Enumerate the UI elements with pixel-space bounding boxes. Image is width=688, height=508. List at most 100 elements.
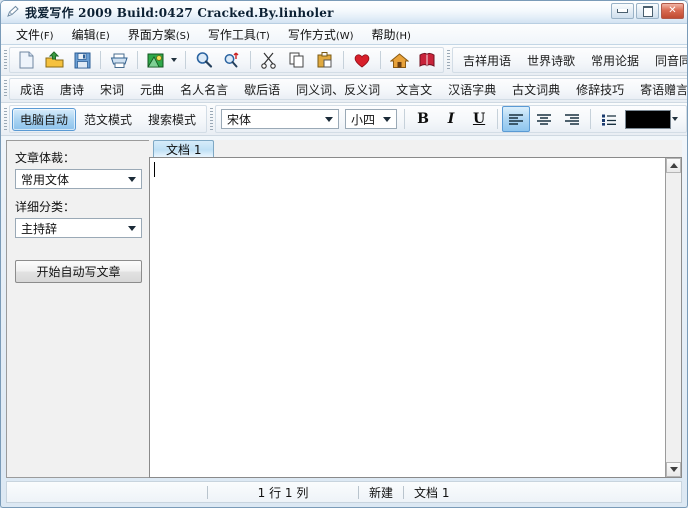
menu-skin-label: 界面方案: [127, 27, 176, 42]
replace-button[interactable]: [218, 47, 246, 73]
minimize-icon: [617, 9, 628, 13]
bullet-list-button[interactable]: [595, 106, 623, 132]
start-auto-write-button[interactable]: 开始自动写文章: [15, 260, 142, 283]
font-family-select[interactable]: 宋体: [221, 109, 340, 129]
grip-dots-icon: [3, 107, 7, 131]
underline-button[interactable]: U: [465, 106, 493, 132]
home-button[interactable]: [385, 47, 413, 73]
toolbar-grip-3[interactable]: [1, 76, 9, 102]
category-value: 主持辞: [21, 221, 58, 236]
application-window: 我爱写作 2009 Build:0427 Cracked.By.linholer…: [0, 0, 688, 508]
toolbar-button-common-arguments[interactable]: 常用论据: [583, 49, 647, 72]
menu-help[interactable]: 帮助(H): [363, 24, 420, 45]
text-color-swatch[interactable]: [625, 109, 672, 129]
menu-help-label: 帮助: [371, 27, 396, 42]
toolbar-grip[interactable]: [1, 45, 9, 75]
open-folder-button[interactable]: [40, 47, 68, 73]
maximize-button[interactable]: [636, 3, 659, 19]
new-document-button[interactable]: [12, 47, 40, 73]
category-select[interactable]: 主持辞: [15, 218, 142, 238]
replace-icon: [224, 52, 238, 68]
toolbar-button-auspicious[interactable]: 吉祥用语: [455, 49, 519, 72]
align-center-button[interactable]: [530, 106, 558, 132]
toolbar-row-icons: 吉祥用语 世界诗歌 常用论据 同音同韵字: [1, 45, 687, 76]
chevron-down-icon: [325, 116, 334, 122]
preview-button[interactable]: [142, 47, 170, 73]
tab-document-1[interactable]: 文档 1: [153, 140, 215, 157]
pencil-icon: [6, 5, 20, 19]
toolbar-button-tang-poetry[interactable]: 唐诗: [52, 78, 92, 101]
menu-tools-label: 写作工具: [207, 27, 256, 42]
favorite-button[interactable]: [348, 47, 376, 73]
chevron-down-icon: [669, 467, 678, 472]
mode-button-auto[interactable]: 电脑自动: [12, 107, 77, 131]
toolbar-separator: [343, 51, 344, 69]
status-spacer: [7, 482, 207, 502]
scroll-up-button[interactable]: [666, 158, 681, 173]
menu-skin[interactable]: 界面方案(S): [119, 24, 199, 45]
maximize-icon: [642, 5, 653, 17]
mode-toolbar: 电脑自动 范文模式 搜索模式: [9, 105, 208, 133]
close-button[interactable]: ✕: [661, 3, 684, 19]
toolbar-separator: [137, 51, 138, 69]
toolbar-grip-4[interactable]: [1, 103, 9, 135]
menu-writing-mode-label: 写作方式: [287, 27, 336, 42]
save-icon: [74, 52, 90, 68]
category-label: 详细分类：: [15, 200, 76, 214]
toolbar-button-idiom[interactable]: 成语: [12, 78, 52, 101]
menu-edit[interactable]: 编辑(E): [63, 24, 119, 45]
font-size-value: 小四: [351, 112, 376, 127]
text-editor[interactable]: [150, 158, 665, 477]
menu-edit-label: 编辑: [71, 27, 96, 42]
preview-dropdown-arrow-icon[interactable]: [171, 58, 177, 62]
align-left-button[interactable]: [502, 106, 531, 132]
toolbar-button-xiehouyu[interactable]: 歇后语: [236, 78, 288, 101]
font-size-select[interactable]: 小四: [345, 109, 398, 129]
favorite-heart-icon: [354, 53, 370, 67]
print-button[interactable]: [105, 47, 133, 73]
paste-button[interactable]: [311, 47, 339, 73]
toolbar-button-synonyms-antonyms[interactable]: 同义词、反义词: [288, 78, 388, 101]
main-content: 文章体裁： 常用文体 详细分类： 主持辞 开始自动写文章 文档 1: [1, 136, 687, 478]
toolbar-row-format: 电脑自动 范文模式 搜索模式 宋体 小四 B I U: [1, 103, 687, 136]
bullet-list-icon: [602, 114, 617, 126]
copy-button[interactable]: [283, 47, 311, 73]
color-dropdown-arrow-icon[interactable]: [672, 117, 679, 121]
toolbar-button-chinese-dictionary[interactable]: 汉语字典: [440, 78, 504, 101]
genre-select[interactable]: 常用文体: [15, 169, 142, 189]
italic-button[interactable]: I: [437, 106, 465, 132]
toolbar-button-rhetoric[interactable]: 修辞技巧: [568, 78, 632, 101]
editor-area: [149, 158, 682, 478]
toolbar-button-yuan-qu[interactable]: 元曲: [132, 78, 172, 101]
menu-skin-key: (S): [175, 30, 190, 42]
bold-button[interactable]: B: [409, 106, 437, 132]
menu-writing-mode-key: (W): [335, 30, 354, 42]
toolbar-grip-2[interactable]: [444, 45, 452, 75]
toolbar-button-classical-dictionary[interactable]: 古文词典: [504, 78, 568, 101]
find-button[interactable]: [190, 47, 218, 73]
reference-toolbar: 成语 唐诗 宋词 元曲 名人名言 歇后语 同义词、反义词 文言文 汉语字典 古文…: [9, 78, 687, 101]
menu-writing-mode[interactable]: 写作方式(W): [279, 24, 363, 45]
toolbar-button-famous-quotes[interactable]: 名人名言: [172, 78, 236, 101]
menu-tools-key: (T): [255, 30, 270, 42]
menu-file-label: 文件: [16, 27, 41, 42]
mode-button-search[interactable]: 搜索模式: [140, 108, 204, 131]
toolbar-button-song-ci[interactable]: 宋词: [92, 78, 132, 101]
menu-file[interactable]: 文件(F): [7, 24, 63, 45]
vertical-scrollbar[interactable]: [665, 158, 681, 477]
grip-dots-icon: [446, 49, 450, 71]
minimize-button[interactable]: [611, 3, 634, 19]
toolbar-button-world-poetry[interactable]: 世界诗歌: [519, 49, 583, 72]
toolbar-button-classical-chinese[interactable]: 文言文: [388, 78, 440, 101]
align-right-button[interactable]: [558, 106, 586, 132]
toolbar-grip-5[interactable]: [207, 103, 215, 135]
save-button[interactable]: [68, 47, 96, 73]
grip-dots-icon: [3, 79, 7, 99]
mode-button-template[interactable]: 范文模式: [76, 108, 140, 131]
cut-button[interactable]: [255, 47, 283, 73]
dictionary-button[interactable]: [413, 47, 441, 73]
toolbar-button-homophones[interactable]: 同音同韵字: [647, 49, 687, 72]
toolbar-button-messages[interactable]: 寄语赠言: [632, 78, 687, 101]
scroll-down-button[interactable]: [666, 462, 681, 477]
menu-tools[interactable]: 写作工具(T): [199, 24, 279, 45]
